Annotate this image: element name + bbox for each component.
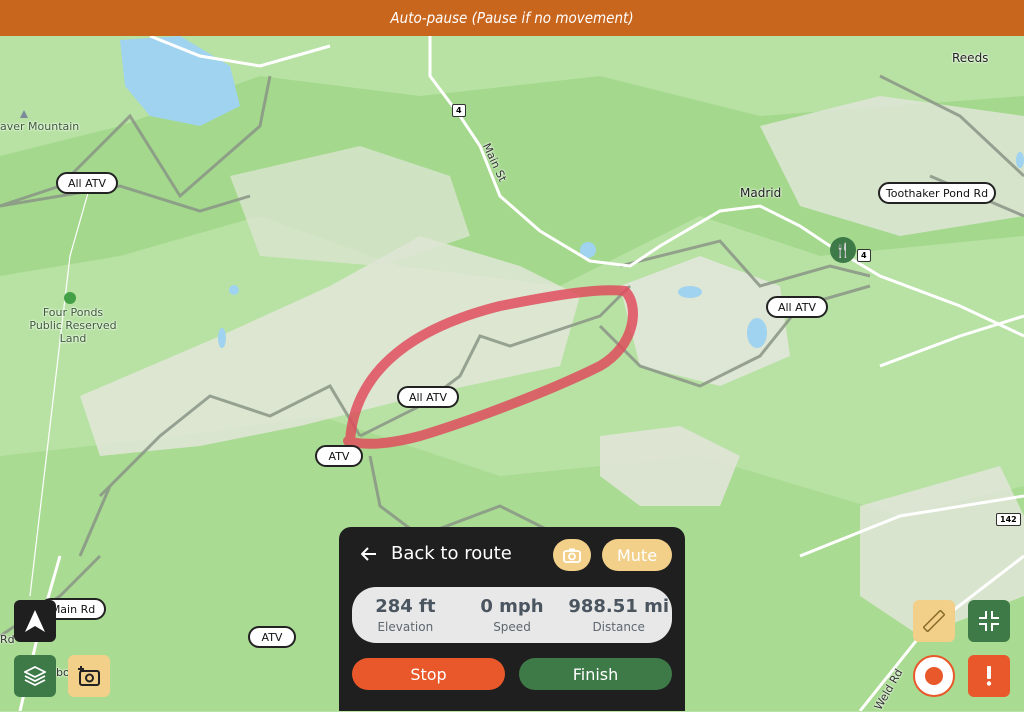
route-shield: 4 <box>857 249 871 262</box>
route-shield: 4 <box>452 104 466 117</box>
elevation-label: Elevation <box>377 620 434 634</box>
stats-bar: 284 ft Elevation 0 mph Speed 988.51 mi D… <box>352 587 672 643</box>
navigation-arrow-icon <box>25 610 45 632</box>
distance-stat: 988.51 mi Distance <box>565 587 672 643</box>
measure-button[interactable] <box>913 600 955 642</box>
place-mountain-label: aver Mountain <box>0 120 80 133</box>
speed-label: Speed <box>493 620 531 634</box>
mute-button[interactable]: Mute <box>602 539 672 571</box>
record-icon <box>925 667 943 685</box>
back-to-route-label: Back to route <box>391 543 512 564</box>
elevation-stat: 284 ft Elevation <box>352 587 459 643</box>
add-photo-icon <box>78 666 100 686</box>
trail-label[interactable]: All ATV <box>56 172 118 194</box>
place-madrid-label: Madrid <box>740 186 782 200</box>
route-shield: 142 <box>996 513 1021 526</box>
add-photo-button[interactable] <box>68 655 110 697</box>
speed-stat: 0 mph Speed <box>459 587 566 643</box>
distance-value: 988.51 mi <box>568 596 669 617</box>
stop-button[interactable]: Stop <box>352 658 505 690</box>
trail-label[interactable]: All ATV <box>397 386 459 408</box>
record-button[interactable] <box>913 655 955 697</box>
elevation-value: 284 ft <box>375 596 436 617</box>
navigate-button[interactable] <box>14 600 56 642</box>
trail-label[interactable]: ATV <box>315 445 363 467</box>
alert-icon <box>986 666 992 686</box>
finish-button[interactable]: Finish <box>519 658 672 690</box>
collapse-icon <box>979 611 999 631</box>
layers-icon <box>24 666 46 686</box>
road-label[interactable]: Toothaker Pond Rd <box>878 182 996 204</box>
camera-icon <box>563 548 581 563</box>
svg-text:🍴: 🍴 <box>834 242 851 259</box>
alert-button[interactable] <box>968 655 1010 697</box>
route-panel: Back to route Mute 284 ft Elevation 0 mp… <box>339 527 685 711</box>
speed-value: 0 mph <box>480 596 544 617</box>
auto-pause-text: Auto-pause (Pause if no movement) <box>390 9 634 27</box>
place-reeds-label: Reeds <box>952 51 989 65</box>
partial-road-label: Rd <box>0 633 15 646</box>
distance-label: Distance <box>592 620 645 634</box>
place-four-ponds-label: Four Ponds Public Reserved Land <box>29 306 117 345</box>
collapse-button[interactable] <box>968 600 1010 642</box>
ruler-icon <box>923 610 945 632</box>
back-to-route-button[interactable]: Back to route <box>361 543 512 564</box>
trail-label[interactable]: All ATV <box>766 296 828 318</box>
camera-button[interactable] <box>553 539 591 571</box>
back-arrow-icon <box>361 546 376 561</box>
trail-label[interactable]: ATV <box>248 626 296 648</box>
auto-pause-banner[interactable]: Auto-pause (Pause if no movement) <box>0 0 1024 36</box>
layers-button[interactable] <box>14 655 56 697</box>
